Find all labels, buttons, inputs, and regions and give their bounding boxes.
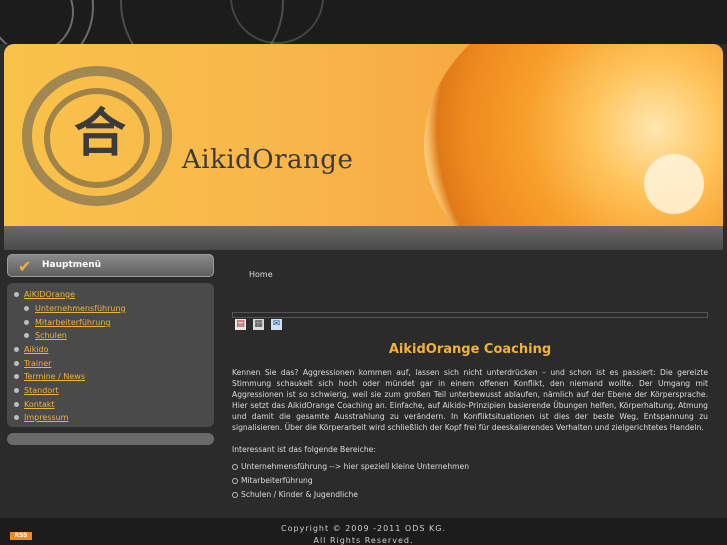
checkmark-icon: ✔: [18, 257, 32, 276]
main-menu-header: ✔ Hauptmenü: [7, 254, 214, 277]
main-menu-title: Hauptmenü: [42, 260, 102, 270]
email-icon[interactable]: ✉: [271, 319, 282, 330]
menu-bullet: [14, 361, 19, 366]
menu-item-standort[interactable]: Standort: [24, 386, 59, 395]
list-item: Unternehmensführung --> hier speziell kl…: [241, 462, 470, 471]
list-item: Mitarbeiterführung: [241, 476, 313, 485]
menu-bullet: [24, 333, 29, 338]
swirl-circle: [0, 0, 74, 44]
menu-bullet: [14, 292, 19, 297]
header-separator: [4, 226, 723, 250]
menu-bullet: [14, 388, 19, 393]
menu-bullet: [24, 320, 29, 325]
pdf-icon[interactable]: ▤: [235, 319, 246, 330]
menu-bullet: [14, 374, 19, 379]
list-item: Schulen / Kinder & Jugendliche: [241, 490, 358, 499]
menu-item-kontakt[interactable]: Kontakt: [24, 400, 55, 409]
header-banner: 合 AikidOrange: [4, 44, 723, 226]
menu-item-unternehmensfuehrung[interactable]: Unternehmensführung: [35, 304, 126, 313]
menu-item-schulen[interactable]: Schulen: [35, 331, 67, 340]
breadcrumb-home[interactable]: Home: [249, 270, 273, 279]
menu-bullet: [14, 402, 19, 407]
list-bullet-icon: [232, 478, 238, 484]
menu-bullet: [14, 347, 19, 352]
menu-item-mitarbeiterfuehrung[interactable]: Mitarbeiterführung: [35, 318, 111, 327]
menu-item-trainer[interactable]: Trainer: [24, 359, 51, 368]
article-intro: Interessant ist das folgende Bereiche:: [232, 445, 376, 454]
menu-item-aikido[interactable]: Aikido: [24, 345, 49, 354]
orange-core: [644, 154, 704, 214]
list-bullet-icon: [232, 492, 238, 498]
article-body: Kennen Sie das? Aggressionen kommen auf,…: [232, 368, 708, 432]
site-logo-text[interactable]: AikidOrange: [182, 145, 353, 175]
content-divider: [232, 312, 708, 318]
top-decoration: [0, 0, 727, 44]
menu-footer-bar: [7, 433, 214, 445]
article-title: AikidOrange Coaching: [388, 342, 552, 357]
list-bullet-icon: [232, 464, 238, 470]
menu-item-aikidorange[interactable]: AiKIDOrange: [24, 290, 75, 299]
print-icon[interactable]: ▦: [253, 319, 264, 330]
footer-copyright: Copyright © 2009 -2011 ODS KG.: [281, 524, 446, 533]
menu-item-termine-news[interactable]: Termine / News: [24, 372, 85, 381]
menu-bullet: [24, 306, 29, 311]
logo-kanji: 合: [73, 103, 126, 164]
menu-bullet: [14, 415, 19, 420]
footer-rights: All Rights Reserved.: [313, 536, 414, 545]
rss-icon[interactable]: RSS: [10, 532, 32, 540]
menu-item-impressum[interactable]: Impressum: [24, 413, 68, 422]
